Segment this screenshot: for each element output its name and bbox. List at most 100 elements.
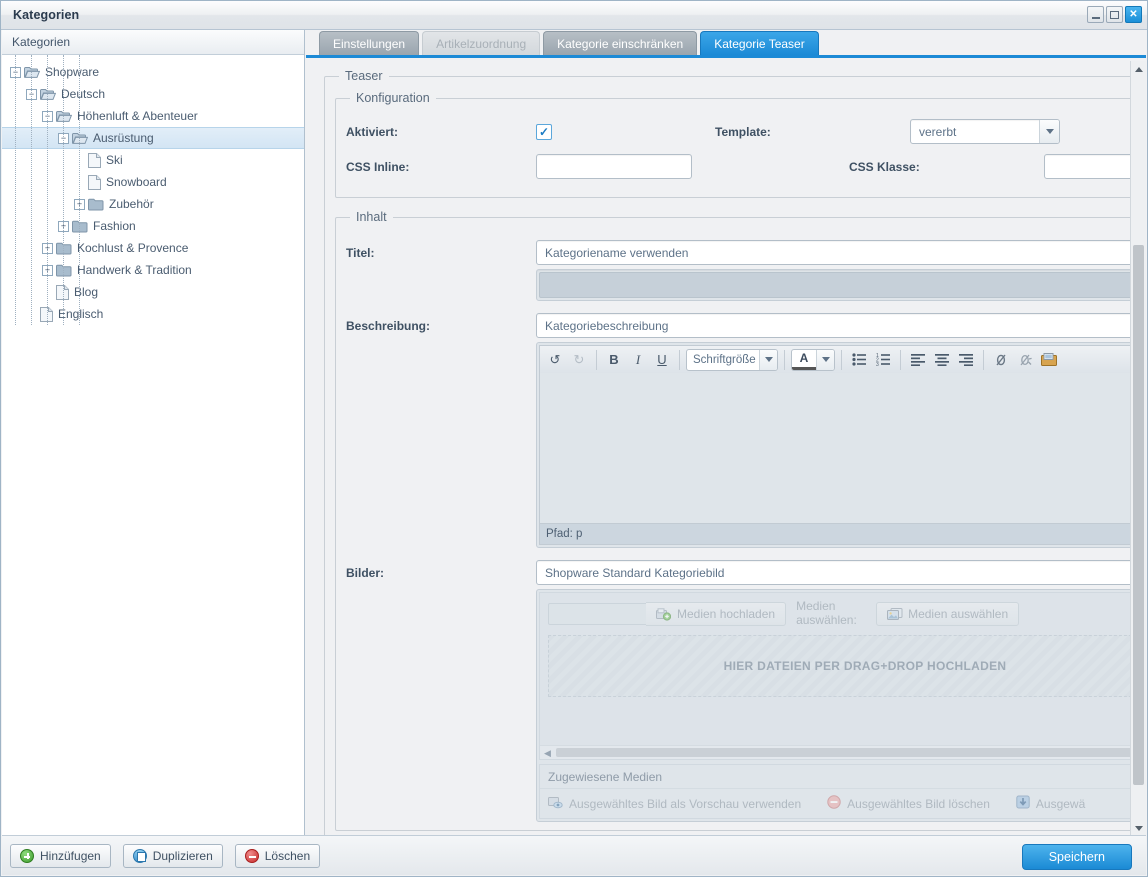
category-tree[interactable]: − Shopware − Deutsch − Höhenluft & Abenteuer −… [2,55,304,325]
bilder-select[interactable]: Shopware Standard Kategoriebild [536,560,1146,585]
button-label: Duplizieren [152,849,213,863]
scroll-left-icon[interactable]: ◀ [544,749,551,758]
template-select[interactable]: vererbt [910,119,1060,144]
save-button[interactable]: Speichern [1021,844,1132,870]
select-media-label: Medien auswählen: [796,599,857,627]
media-horizontal-scrollbar[interactable]: ◀ ▶ [540,745,1146,759]
bilder-label: Bilder: [346,566,385,580]
titel-text-input[interactable] [539,272,1146,298]
font-color-icon: A [792,350,816,370]
drag-drop-zone[interactable]: HIER DATEIEN PER DRAG+DROP HOCHLADEN [548,635,1146,697]
inhalt-fieldset: Inhalt Titel: Kategoriename verwenden Be… [335,210,1146,831]
align-right-icon[interactable] [955,349,977,371]
underline-icon[interactable]: U [651,349,673,371]
document-icon [88,174,101,190]
template-value: vererbt [919,124,957,139]
tree-node-label: Fashion [93,218,136,233]
assigned-media-action-label: Ausgewähltes Bild als Vorschau verwenden [569,796,802,811]
undo-icon[interactable]: ↺ [544,349,566,371]
bilder-value: Shopware Standard Kategoriebild [545,565,725,580]
select-media-button[interactable]: Medien auswählen [876,602,1020,626]
folder-open-icon [56,110,72,123]
inhalt-legend: Inhalt [356,210,387,224]
scroll-down-button[interactable] [1131,820,1146,836]
tab-artikelzuordnung: Artikelzuordnung [422,31,541,55]
select-media-button-label: Medien auswählen [908,607,1009,621]
detail-vscroll-thumb[interactable] [1133,245,1144,785]
upload-media-button[interactable]: Medien hochladen [646,602,787,626]
assigned-media-action-label: Ausgewähltes Bild löschen [847,796,990,811]
editor-content-area[interactable] [539,373,1146,523]
minimize-button[interactable] [1087,6,1104,23]
bullet-list-icon[interactable] [848,349,870,371]
tree-node-label: Zubehör [109,196,154,211]
font-color-picker[interactable]: A [791,348,835,371]
tree-node-label: Englisch [58,306,104,321]
italic-icon[interactable]: I [627,349,649,371]
insert-image-icon[interactable] [1038,349,1060,371]
application-window: Kategorien ✕ Kategorien − Shopware − Deutsc… [0,0,1148,877]
teaser-legend: Teaser [345,69,383,83]
window-controls: ✕ [1087,6,1142,23]
aktiviert-checkbox[interactable]: ✓ [536,123,552,140]
teaser-fieldset: Teaser Konfiguration Aktiviert: ✓ Templa… [324,69,1146,836]
media-manager: Medien hochladen Medien auswählen: Medie… [536,589,1146,822]
tab-bar: Einstellungen Artikelzuordnung Kategorie e… [306,31,1146,58]
button-label: Hinzüfugen [40,849,101,863]
detail-vertical-scrollbar[interactable] [1130,61,1146,836]
css-klasse-label: CSS Klasse: [849,159,920,174]
chevron-down-icon[interactable] [759,349,777,370]
bold-icon[interactable]: B [603,349,625,371]
media-hscroll-thumb[interactable] [556,748,1146,757]
folder-icon [56,242,72,255]
editor-status-bar: Pfad: p [539,523,1146,545]
maximize-button[interactable] [1106,6,1123,23]
close-button[interactable]: ✕ [1125,6,1142,23]
assigned-media-action-0[interactable]: Ausgewähltes Bild als Vorschau verwenden [548,796,801,812]
numbered-list-icon[interactable]: 1 2 3 [872,349,894,371]
beschreibung-select[interactable]: Kategoriebeschreibung [536,313,1146,338]
titel-text-outer [536,269,1146,301]
tree-guide-line [63,55,64,325]
footer-toolbar: Hinzüfugen Duplizieren Löschen Speichern [2,835,1146,875]
chevron-down-icon[interactable] [816,349,834,370]
align-center-icon[interactable] [931,349,953,371]
scroll-up-button[interactable] [1131,61,1146,77]
assigned-media-action-2[interactable]: Ausgewä [1016,795,1085,812]
upload-file-input[interactable] [548,603,656,625]
tree-node-label: Handwerk & Tradition [77,262,192,277]
fontsize-value: Schriftgröße [693,353,756,366]
duplizieren-button[interactable]: Duplizieren [122,844,223,868]
chevron-down-icon[interactable] [1039,120,1059,143]
beschreibung-value: Kategoriebeschreibung [545,318,669,333]
minus-circle-icon [244,849,259,863]
assigned-media-actions: Ausgewähltes Bild als Vorschau verwenden… [540,789,1146,818]
detail-scroll-area: Teaser Konfiguration Aktiviert: ✓ Templa… [306,61,1146,836]
tree-node-label: Blog [74,284,99,299]
titel-select[interactable]: Kategoriename verwenden [536,240,1146,265]
link-icon[interactable] [990,349,1012,371]
konfiguration-fieldset: Konfiguration Aktiviert: ✓ Template: ver… [335,91,1146,198]
duplicate-icon [132,849,147,863]
tab-kategorie-einschr-nken[interactable]: Kategorie einschränken [543,31,698,55]
tree-guide-line [79,55,80,325]
css-inline-input[interactable] [536,154,692,179]
tree-node-label: Höhenluft & Abenteuer [77,108,198,123]
tab-kategorie-teaser[interactable]: Kategorie Teaser [700,31,819,55]
redo-icon[interactable]: ↻ [568,349,590,371]
unlink-icon[interactable] [1014,349,1036,371]
assigned-media-action-1[interactable]: Ausgewähltes Bild löschen [827,795,990,812]
svg-text:3: 3 [876,362,879,366]
folder-open-icon [24,66,40,79]
align-left-icon[interactable] [907,349,929,371]
fontsize-select[interactable]: Schriftgröße [686,348,778,371]
categories-panel-header: Kategorien [2,30,304,55]
folder-open-icon [72,132,88,145]
tab-einstellungen[interactable]: Einstellungen [319,31,420,55]
upload-icon [656,607,672,621]
assigned-media-action-label: Ausgewä [1035,796,1086,811]
hinz-fugen-button[interactable]: Hinzüfugen [10,844,111,868]
assigned-media-panel: Zugewiesene Medien Ausgewähltes Bild als… [539,764,1146,819]
l-schen-button[interactable]: Löschen [234,844,321,868]
konfiguration-legend: Konfiguration [356,91,430,105]
